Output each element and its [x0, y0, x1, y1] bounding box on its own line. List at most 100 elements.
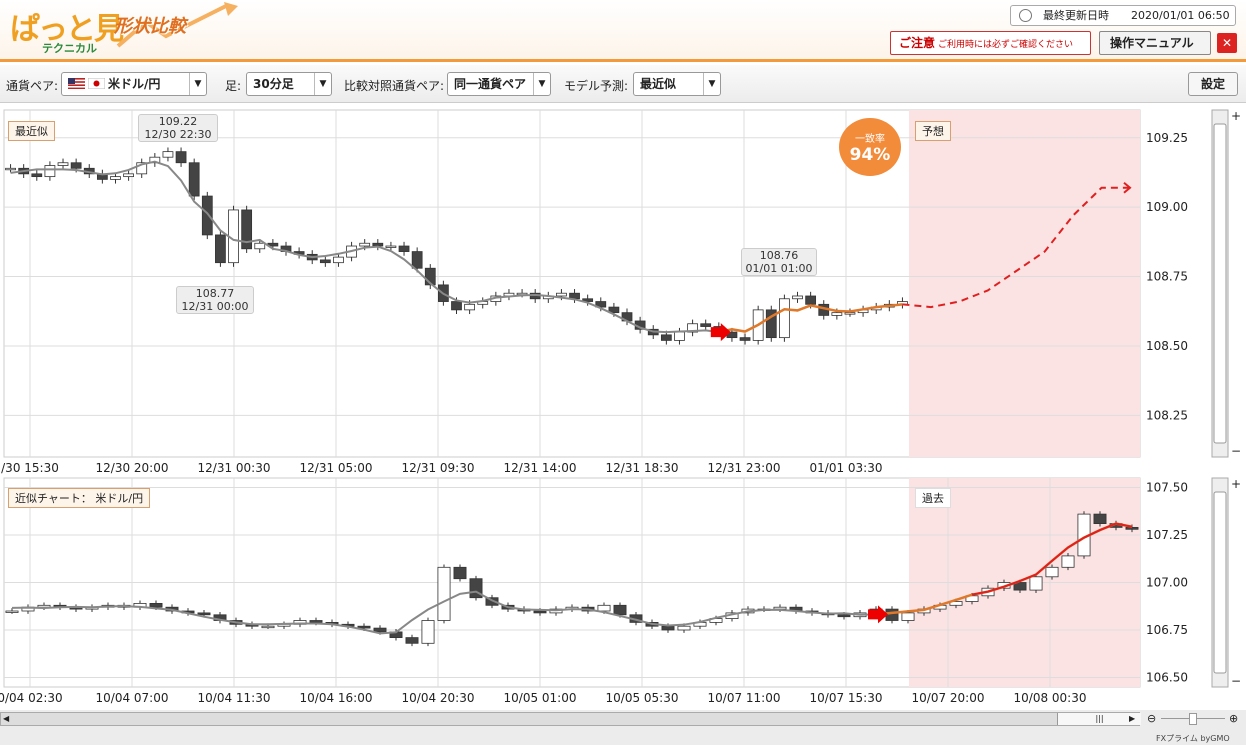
candle [453, 566, 467, 580]
candle [844, 312, 856, 315]
scroll-left-icon[interactable]: ◀ [3, 714, 9, 723]
candle [254, 242, 266, 250]
bottom-chart: 0/04 02:30 10/04 07:00 10/04 11:30 10/04 16… [0, 477, 1241, 705]
vertical-scroll-thumb [1213, 491, 1227, 674]
chevron-down-icon: ▼ [533, 73, 550, 95]
x-tick-label: 12/30 20:00 [96, 461, 169, 475]
candle [677, 625, 691, 631]
callout-high-value: 109.22 [158, 115, 198, 128]
timeframe-label: 足: [225, 79, 242, 93]
x-tick-label: 10/07 15:30 [810, 691, 883, 705]
x-tick-label: 10/04 07:00 [96, 691, 169, 705]
y-tick-label: 107.00 [1146, 576, 1188, 590]
chevron-down-icon: ▼ [189, 73, 206, 95]
zoom-minus-icon: − [1231, 444, 1241, 458]
candle [110, 176, 121, 180]
callout-peak: 108.76 01/01 01:00 [741, 248, 817, 276]
close-icon[interactable]: ✕ [1217, 33, 1237, 53]
scroll-right-icon[interactable]: ▶ [1129, 714, 1135, 723]
candle [70, 162, 82, 169]
candle [700, 323, 712, 327]
caution-button[interactable]: ご注意 ご利用時には必ずご確認ください [890, 31, 1091, 55]
caution-sub: ご利用時には必ずご確認ください [938, 40, 1074, 50]
candle [805, 295, 817, 305]
candle [57, 162, 69, 166]
candle [661, 625, 675, 631]
x-tick-label: 12/31 09:30 [402, 461, 475, 475]
candle [309, 620, 323, 623]
candle [411, 251, 423, 269]
toolbar: 通貨ペア: 米ドル/円 ▼ 足: 30分足 ▼ 比較対照通貨ペア: 同一通貨ペア ▼… [0, 65, 1246, 103]
horizontal-scrollbar[interactable]: ◀ ||| ▶ [0, 712, 1141, 726]
candle [188, 162, 200, 197]
pair-select[interactable]: 米ドル/円 ▼ [61, 72, 207, 96]
candle [149, 602, 163, 608]
candle [464, 303, 476, 311]
callout-high: 109.22 12/30 22:30 [138, 114, 218, 142]
bottom-panel-label: 近似チャート： 米ドル/円 [8, 488, 151, 508]
candle [215, 234, 226, 264]
clock-icon [1019, 9, 1032, 22]
y-tick-label: 109.00 [1146, 200, 1188, 214]
y-tick-label: 107.25 [1146, 528, 1188, 542]
x-tick-label: 10/07 11:00 [708, 691, 781, 705]
chevron-down-icon: ▼ [314, 73, 331, 95]
manual-button[interactable]: 操作マニュアル [1099, 31, 1211, 55]
callout-high-time: 12/30 22:30 [144, 128, 212, 141]
callout-peak-value: 108.76 [759, 249, 799, 262]
caution-label: ご注意 [899, 36, 936, 50]
match-rate-badge: 一致率 94% [839, 118, 901, 176]
zoom-handle[interactable] [1189, 713, 1197, 725]
candle [175, 151, 187, 164]
timeframe-value: 30分足 [253, 77, 294, 91]
candle [779, 298, 790, 339]
candle [437, 566, 451, 621]
compare-select[interactable]: 同一通貨ペア ▼ [447, 72, 551, 96]
y-tick-label: 108.50 [1146, 339, 1188, 353]
candle [333, 256, 344, 264]
compare-label: 比較対照通貨ペア: [344, 79, 445, 93]
match-rate-value: 94% [849, 145, 891, 165]
x-tick-label: 10/08 00:30 [1014, 691, 1087, 705]
callout-low-value: 108.77 [195, 287, 235, 300]
candle [421, 620, 435, 644]
x-tick-label: 10/04 11:30 [198, 691, 271, 705]
candle [398, 245, 410, 252]
zoom-slider[interactable]: ⊖ ⊕ [1147, 712, 1243, 726]
candle [597, 604, 611, 612]
candle [1093, 513, 1107, 525]
candle [1125, 526, 1139, 530]
candle [533, 610, 547, 614]
candle [773, 606, 787, 610]
vertical-scroll-thumb [1213, 123, 1227, 444]
forecast-region [909, 110, 1140, 457]
candle [405, 637, 419, 644]
last-update-label: 最終更新日時 [1043, 9, 1109, 22]
y-tick-label: 108.25 [1146, 408, 1188, 422]
candle [556, 292, 567, 297]
x-tick-label: 10/04 20:30 [402, 691, 475, 705]
compare-value: 同一通貨ペア [454, 77, 527, 91]
settings-button[interactable]: 設定 [1188, 72, 1238, 96]
x-tick-label: 12/31 00:30 [198, 461, 271, 475]
model-select[interactable]: 最近似 ▼ [633, 72, 721, 96]
zoom-in-icon[interactable]: ⊕ [1229, 712, 1238, 725]
candle [5, 167, 16, 171]
x-tick-label: /30 15:30 [1, 461, 59, 475]
timeframe-select[interactable]: 30分足 ▼ [246, 72, 332, 96]
candle [901, 612, 915, 621]
candle [162, 151, 174, 158]
candle [792, 295, 803, 300]
callout-low-time: 12/31 00:00 [181, 300, 249, 313]
pair-value: 米ドル/円 [108, 77, 161, 91]
candle [359, 242, 371, 247]
candle [1029, 576, 1043, 591]
x-tick-label: 12/31 05:00 [300, 461, 373, 475]
x-tick-label: 0/04 02:30 [0, 691, 63, 705]
zoom-out-icon[interactable]: ⊖ [1147, 712, 1156, 725]
candle [837, 614, 851, 618]
callout-low: 108.77 12/31 00:00 [176, 286, 254, 314]
brand-footer: FXプライム byGMO [1156, 734, 1230, 743]
candle [739, 337, 751, 341]
candle [201, 195, 213, 236]
